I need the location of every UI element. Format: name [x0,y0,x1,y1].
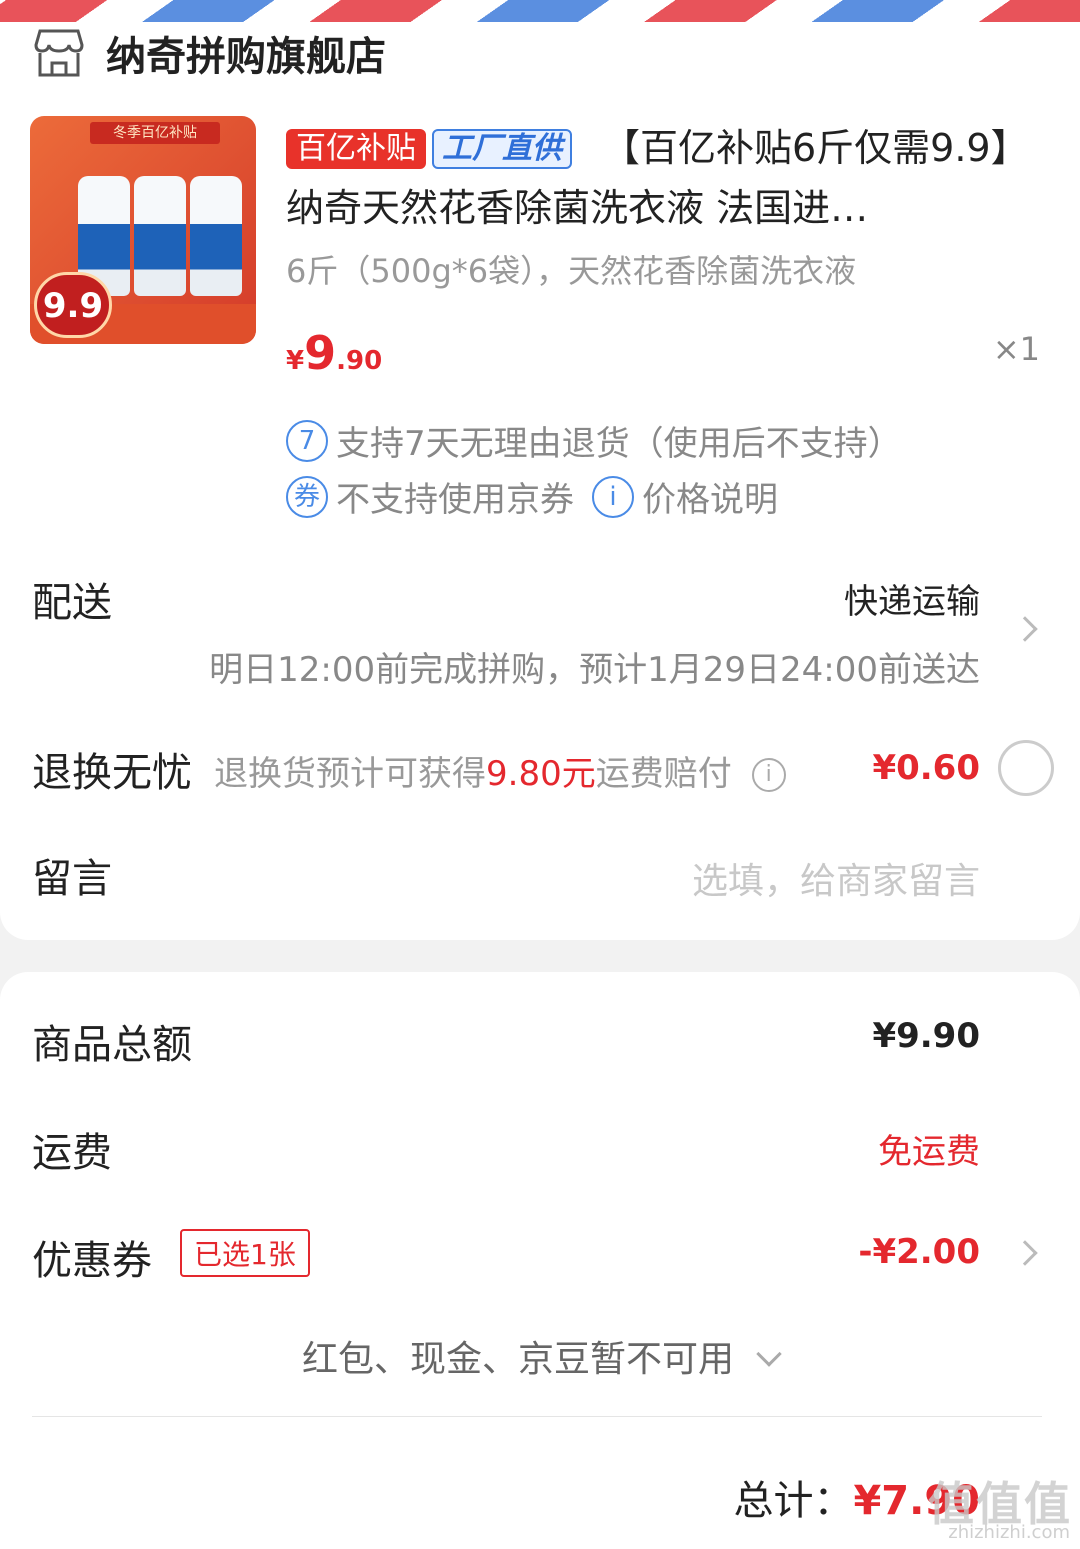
thumb-band: 冬季百亿补贴 [90,122,220,144]
return-worry-suffix: 运费赔付 [595,754,732,794]
coupon-icon: 券 [286,475,328,518]
delivery-eta: 明日12:00前完成拼购，预计1月29日24:00前送达 [209,650,980,690]
price-symbol: ¥ [286,346,305,376]
store-header[interactable]: 纳奇拼购旗舰店 [34,24,386,82]
bottle-image [190,176,242,296]
total-label: 总计： [733,1478,854,1524]
message-input[interactable]: 选填，给商家留言 [692,852,980,904]
store-icon [34,27,84,79]
product-thumbnail[interactable]: 冬季百亿补贴 9.9 [30,116,256,344]
delivery-method[interactable]: 快递运输 [844,574,980,623]
coupon-policy-text: 不支持使用京券 [336,480,574,520]
product-spec: 6斤（500g*6袋），天然花香除菌洗衣液 [286,252,857,290]
coupon-label: 优惠券 [32,1238,152,1284]
bottle-image [134,176,186,296]
delivery-label: 配送 [32,580,112,626]
seven-day-icon: 7 [286,419,328,462]
return-worry-amount: 9.80元 [486,754,596,794]
thumb-price: 9.9 [34,272,112,338]
service-row: 券 不支持使用京券 i 价格说明 [286,472,778,521]
price-integer: 9 [304,326,337,380]
price-note-link[interactable]: 价格说明 [642,472,778,521]
goods-total-value: ¥9.90 [872,1016,980,1056]
factory-direct-tag: 工厂直供 [432,129,572,169]
unavailable-text: 红包、现金、京豆暂不可用 [301,1339,734,1380]
return-policy: 7 支持7天无理由退货（使用后不支持） [286,416,902,465]
shipping-label: 运费 [32,1130,112,1176]
coupon-value[interactable]: -¥2.00 [858,1232,980,1272]
return-worry-price: ¥0.60 [872,748,980,788]
coupon-selected-tag: 已选1张 [180,1229,310,1277]
shipping-value: 免运费 [878,1132,980,1172]
price-decimal: .90 [336,346,383,376]
watermark-text: zhizhizhi.com [948,1522,1070,1543]
unavailable-notice[interactable]: 红包、现金、京豆暂不可用 [0,1330,1080,1382]
subsidy-tag: 百亿补贴 [286,129,426,169]
info-icon[interactable]: i [751,758,786,792]
chevron-down-icon [756,1341,782,1367]
return-worry-prefix: 退换货预计可获得 [214,754,486,794]
product-price: ¥9.90 [286,326,382,380]
product-title-block[interactable]: 百亿补贴 工厂直供 【百亿补贴6斤仅需9.9】纳奇天然花香除菌洗衣液 法国进… [286,118,1026,238]
return-worry-radio[interactable] [998,740,1054,796]
airmail-border [0,0,1080,22]
product-quantity: ×1 [992,330,1040,368]
message-label: 留言 [32,856,112,902]
info-icon[interactable]: i [592,475,634,518]
divider [32,1416,1042,1417]
store-name: 纳奇拼购旗舰店 [106,34,386,80]
return-policy-text: 支持7天无理由退货（使用后不支持） [336,424,902,464]
goods-total-label: 商品总额 [32,1022,192,1068]
return-worry-desc: 退换货预计可获得9.80元运费赔付 i [214,746,786,795]
return-worry-label: 退换无忧 [32,750,192,796]
